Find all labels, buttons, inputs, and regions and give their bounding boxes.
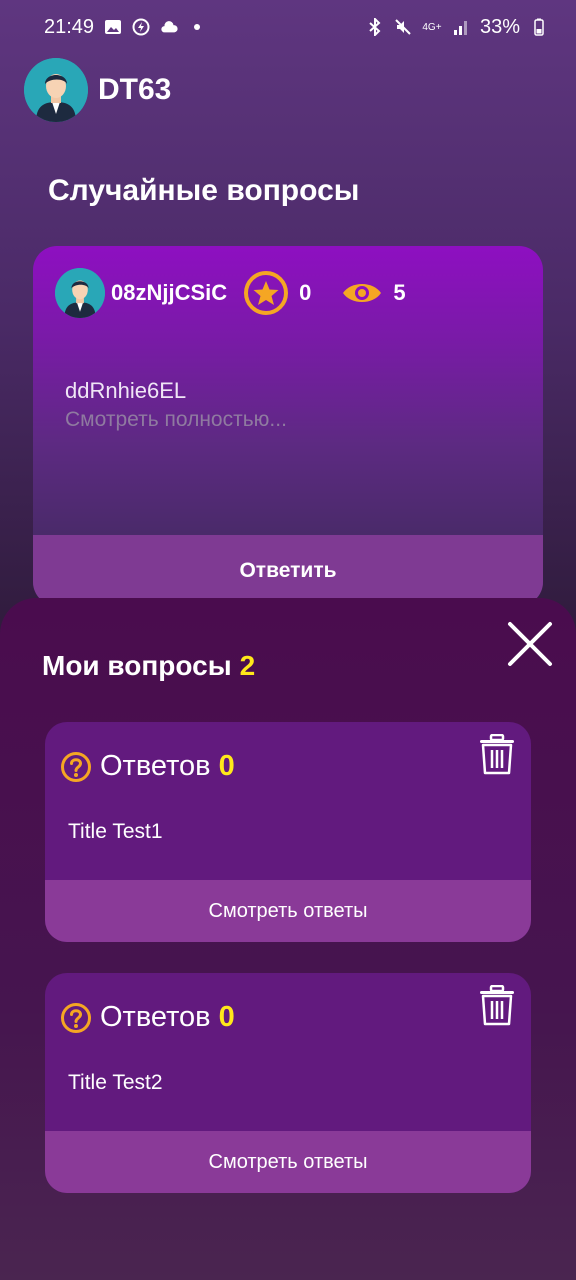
views-count: 5 xyxy=(393,280,406,305)
question-title: Title Test1 xyxy=(68,820,163,843)
question-title: Title Test2 xyxy=(68,1071,163,1094)
question-title: ddRnhie6EL xyxy=(65,378,187,403)
username: DT63 xyxy=(98,73,172,106)
question-card[interactable]: Ответов 0 Title Test2 Смотреть ответы xyxy=(45,973,531,1193)
view-answers-button[interactable]: Смотреть ответы xyxy=(45,880,531,942)
answers-count: 0 xyxy=(218,750,235,782)
random-question-card[interactable]: 08zNjjCSiC 0 5 ddRnhie6EL Смотреть полно… xyxy=(33,246,543,606)
see-more-link[interactable]: Смотреть полностью... xyxy=(65,408,287,432)
answers-label: Ответов xyxy=(100,750,211,782)
trash-icon[interactable] xyxy=(477,733,517,776)
author-name[interactable]: 08zNjjCSiC xyxy=(111,280,227,306)
mute-icon xyxy=(394,18,412,36)
random-questions-title: Случайные вопросы xyxy=(48,174,360,207)
author-avatar[interactable] xyxy=(55,268,105,318)
status-time: 21:49 xyxy=(44,15,95,38)
answers-label: Ответов xyxy=(100,1001,211,1033)
view-answers-button[interactable]: Смотреть ответы xyxy=(45,1131,531,1193)
cloud-icon xyxy=(160,18,178,36)
signal-icon xyxy=(452,18,470,36)
answer-button[interactable]: Ответить xyxy=(33,535,543,606)
my-questions-sheet: Мои вопросы 2 Ответов 0 Title Test1 Смот… xyxy=(0,598,576,1280)
notification-dot-icon xyxy=(194,24,201,30)
my-questions-count: 2 xyxy=(239,650,256,681)
question-card[interactable]: Ответов 0 Title Test1 Смотреть ответы xyxy=(45,722,531,942)
4g-icon: 4G+ xyxy=(422,21,442,33)
my-questions-title: Мои вопросы 2 xyxy=(42,650,255,682)
answers-count: 0 xyxy=(218,1001,235,1033)
battery-percent: 33% xyxy=(479,15,520,38)
my-questions-label: Мои вопросы xyxy=(42,650,232,681)
question-mark-icon xyxy=(60,751,92,783)
close-icon[interactable] xyxy=(506,620,554,668)
trash-icon[interactable] xyxy=(477,984,517,1027)
question-mark-icon xyxy=(60,1002,92,1034)
bluetooth-icon xyxy=(366,18,384,36)
profile-header: DT63 xyxy=(24,58,171,122)
stars-count: 0 xyxy=(299,280,312,305)
status-bar: 21:49 4G+ 33% xyxy=(0,0,576,54)
star-icon[interactable] xyxy=(243,270,289,316)
battery-icon xyxy=(530,18,548,36)
gallery-icon xyxy=(104,18,122,36)
eye-icon xyxy=(341,279,383,307)
avatar[interactable] xyxy=(24,58,88,122)
data-saver-icon xyxy=(132,18,150,36)
